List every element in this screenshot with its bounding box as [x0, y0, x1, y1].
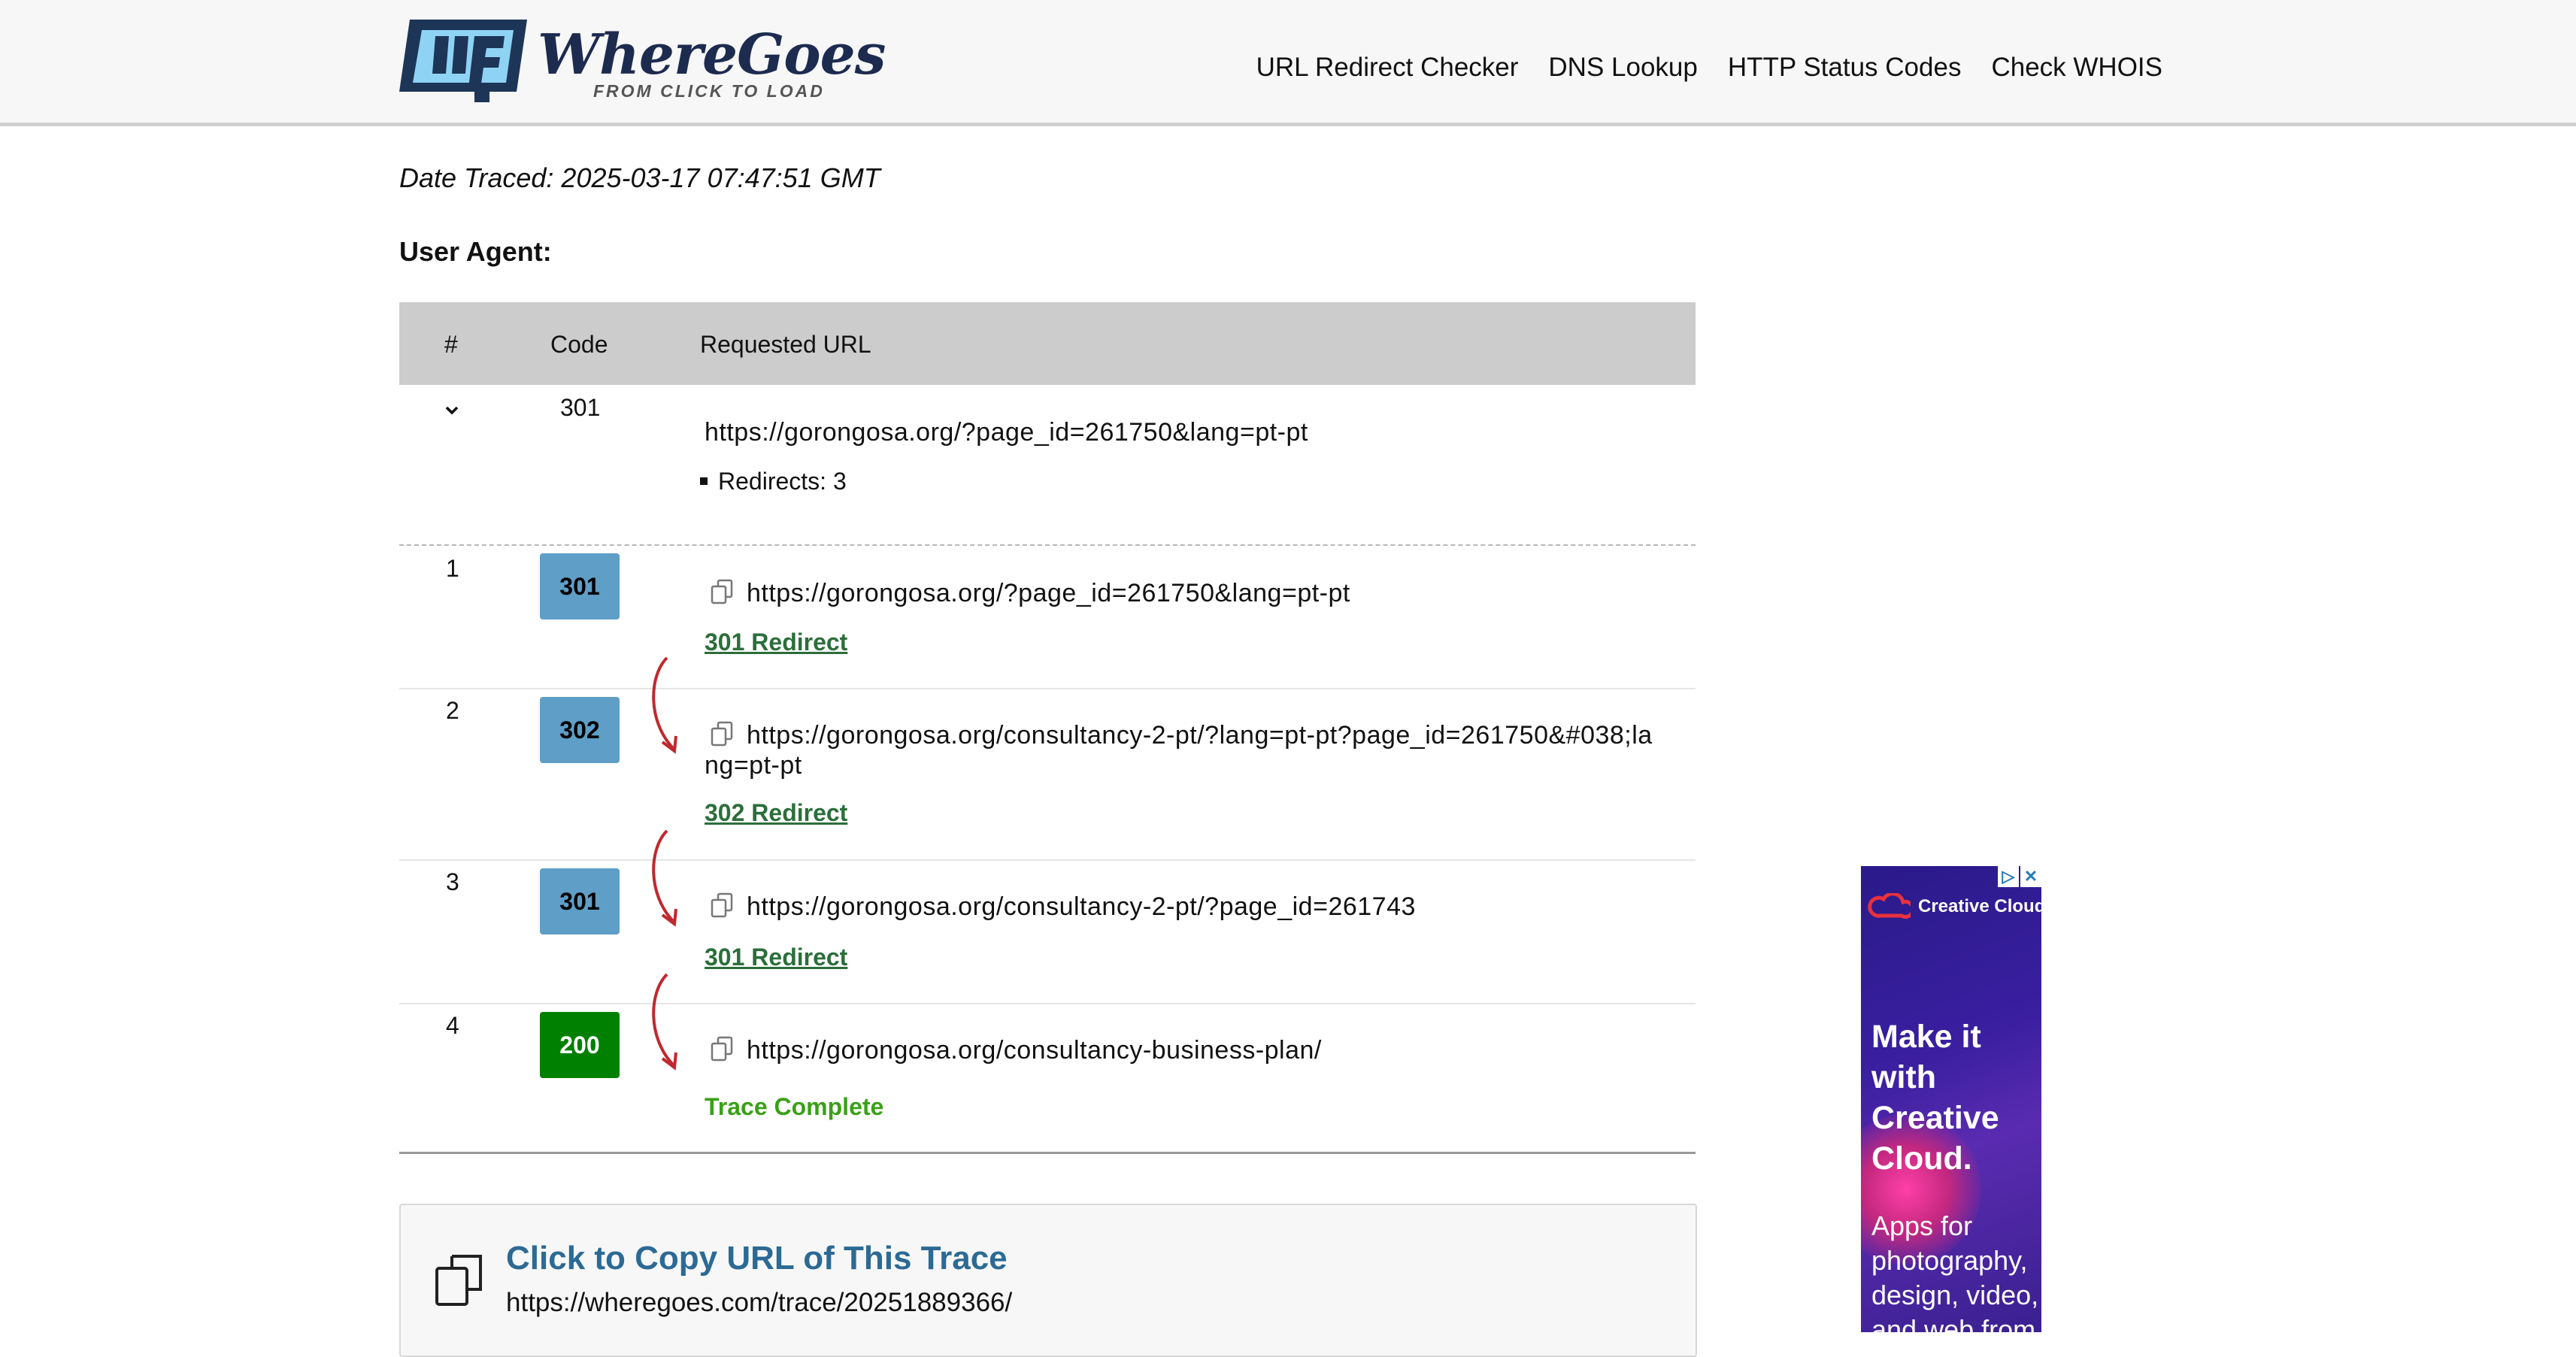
user-agent-label: User Agent:: [399, 236, 552, 267]
row-url-text[interactable]: https://gorongosa.org/consultancy-busine…: [747, 1036, 1322, 1065]
date-traced: Date Traced: 2025-03-17 07:47:51 GMT: [399, 162, 880, 193]
redirects-count-text: Redirects: 3: [718, 468, 847, 495]
copy-trace-box[interactable]: Click to Copy URL of This Trace https://…: [399, 1204, 1697, 1357]
table-row: 4 200 https://gorongosa.org/consultancy-…: [399, 973, 1696, 1154]
row-url-text[interactable]: https://gorongosa.org/consultancy-2-pt/?…: [747, 721, 1653, 750]
ad-brand-row: Creative Cloud: [1867, 893, 2041, 920]
copy-trace-title[interactable]: Click to Copy URL of This Trace: [506, 1240, 1008, 1277]
redirect-link[interactable]: 301 Redirect: [705, 944, 847, 971]
col-url-header: Requested URL: [700, 331, 871, 358]
summary-code: 301: [560, 394, 601, 421]
close-icon[interactable]: ✕: [2020, 866, 2041, 887]
chevron-down-icon[interactable]: [443, 401, 461, 420]
summary-row: 301 https://gorongosa.org/?page_id=26175…: [399, 385, 1696, 546]
status-badge: 200: [540, 1012, 620, 1078]
status-badge: 301: [540, 868, 620, 934]
site-header: WhereGoes FROM CLICK TO LOAD URL Redirec…: [0, 0, 2576, 126]
redirects-count: Redirects: 3: [700, 468, 847, 495]
table-row: 1 301 https://gorongosa.org/?page_id=261…: [399, 546, 1696, 688]
row-url-continued[interactable]: ng=pt-pt: [705, 751, 802, 780]
row-url: https://gorongosa.org/?page_id=261750&la…: [708, 576, 1350, 608]
advertisement[interactable]: ▷ ✕ Creative Cloud Make it with Creative…: [1861, 866, 2041, 1332]
table-header: # Code Requested URL: [399, 302, 1696, 385]
redirect-link[interactable]: 301 Redirect: [705, 629, 847, 656]
status-badge: 301: [540, 553, 620, 619]
site-logo[interactable]: WhereGoes FROM CLICK TO LOAD: [399, 20, 886, 104]
copy-icon[interactable]: [431, 1252, 488, 1309]
trace-table: # Code Requested URL 301 https://gorongo…: [399, 302, 1696, 1154]
row-number: 1: [446, 555, 459, 582]
row-number: 2: [446, 697, 459, 724]
ad-brand: Creative Cloud: [1918, 896, 2041, 916]
copy-icon[interactable]: [708, 889, 738, 919]
creative-cloud-icon: [1868, 893, 1911, 919]
logo-wordmark: WhereGoes: [538, 23, 886, 87]
trace-complete-label: Trace Complete: [705, 1093, 884, 1120]
nav-url-redirect-checker[interactable]: URL Redirect Checker: [1256, 53, 1519, 83]
logo-mark-icon: [399, 20, 527, 102]
col-code-header: Code: [550, 331, 608, 358]
redirect-arrow-icon: [652, 656, 677, 754]
col-number-header: #: [444, 331, 458, 358]
ad-controls: ▷ ✕: [1998, 866, 2041, 887]
bullet-icon: [700, 477, 708, 485]
ad-headline: Make it with Creative Cloud.: [1871, 1019, 1999, 1177]
nav-check-whois[interactable]: Check WHOIS: [1991, 53, 2162, 83]
copy-icon[interactable]: [708, 576, 738, 606]
copy-trace-url[interactable]: https://wheregoes.com/trace/20251889366/: [506, 1288, 1012, 1318]
main-nav: URL Redirect Checker DNS Lookup HTTP Sta…: [1256, 53, 2162, 83]
nav-http-status-codes[interactable]: HTTP Status Codes: [1728, 53, 1962, 83]
redirect-link[interactable]: 302 Redirect: [705, 799, 847, 827]
row-number: 4: [446, 1012, 459, 1039]
ad-body: Apps for photography, design, video, and…: [1871, 1210, 2039, 1332]
table-row: 2 302 https://gorongosa.org/consultancy-…: [399, 656, 1696, 859]
summary-url: https://gorongosa.org/?page_id=261750&la…: [705, 418, 1308, 447]
row-url: https://gorongosa.org/consultancy-2-pt/?…: [708, 718, 1653, 750]
copy-icon[interactable]: [708, 1033, 738, 1063]
ad-choices-icon[interactable]: ▷: [1998, 866, 2019, 887]
row-url-text[interactable]: https://gorongosa.org/?page_id=261750&la…: [747, 579, 1350, 607]
redirect-arrow-icon: [652, 829, 677, 927]
status-badge: 302: [540, 697, 620, 763]
row-url: https://gorongosa.org/consultancy-busine…: [708, 1033, 1322, 1065]
row-number: 3: [446, 868, 459, 895]
logo-tagline: FROM CLICK TO LOAD: [593, 81, 825, 101]
table-row: 3 301 https://gorongosa.org/consultancy-…: [399, 829, 1696, 1003]
redirect-arrow-icon: [652, 973, 677, 1071]
row-url: https://gorongosa.org/consultancy-2-pt/?…: [708, 889, 1416, 922]
copy-icon[interactable]: [708, 718, 738, 748]
row-url-text[interactable]: https://gorongosa.org/consultancy-2-pt/?…: [747, 892, 1416, 921]
nav-dns-lookup[interactable]: DNS Lookup: [1548, 53, 1697, 83]
